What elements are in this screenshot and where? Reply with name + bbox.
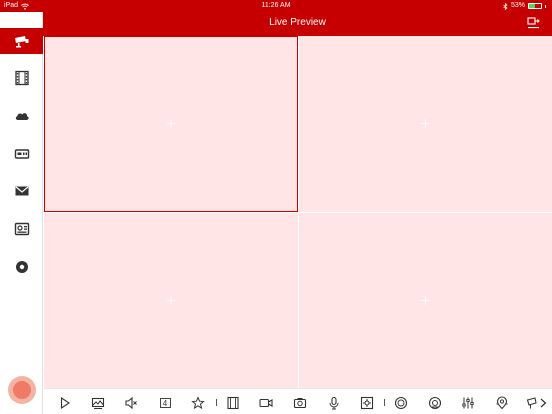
preview-grid: + + + + <box>44 36 552 388</box>
iris-icon <box>428 396 442 410</box>
focus-button[interactable] <box>392 394 410 412</box>
talk-button[interactable] <box>325 394 343 412</box>
favorite-button[interactable] <box>189 394 207 412</box>
preset-button[interactable] <box>493 394 511 412</box>
mail-icon <box>15 186 28 196</box>
exit-fullscreen-button[interactable] <box>526 16 540 30</box>
toolbar-divider <box>216 399 217 406</box>
status-time: 11:26 AM <box>261 2 291 9</box>
film-icon <box>227 396 239 410</box>
record-button[interactable] <box>257 394 275 412</box>
avatar <box>13 381 31 399</box>
film-icon <box>14 70 29 86</box>
record-icon <box>259 398 273 408</box>
app-window: Live Preview iPad 11:26 AM 53% + + + + 4 <box>0 0 552 414</box>
sidebar-item-devices[interactable] <box>0 141 43 167</box>
add-camera-icon[interactable]: + <box>165 117 177 131</box>
image-quality-button[interactable] <box>89 394 107 412</box>
preview-window-4[interactable]: + <box>299 213 552 388</box>
toolbar-next-button[interactable] <box>536 394 550 412</box>
play-icon <box>60 396 70 410</box>
preset-icon <box>496 396 508 410</box>
preview-window-1[interactable]: + <box>44 36 298 212</box>
adjust-button[interactable] <box>459 394 477 412</box>
sidebar <box>0 0 43 414</box>
focus-icon <box>394 396 408 410</box>
dvr-icon <box>14 149 29 159</box>
panel-icon <box>14 222 29 236</box>
battery-percent: 53% <box>510 2 525 9</box>
camera-icon <box>14 36 28 48</box>
sidebar-item-live-preview[interactable] <box>0 28 43 54</box>
adjust-icon <box>462 397 474 409</box>
ptz-icon <box>360 396 374 410</box>
gear-icon <box>15 261 28 273</box>
playback-button[interactable] <box>224 394 242 412</box>
window-count-icon: 4 <box>159 398 171 408</box>
exit-fullscreen-icon <box>526 17 540 29</box>
bluetooth-icon <box>503 2 508 10</box>
image-icon <box>91 397 105 409</box>
status-right: 53% <box>503 0 546 12</box>
capture-icon <box>293 398 307 409</box>
ptz-button[interactable] <box>358 394 376 412</box>
play-button[interactable] <box>56 394 74 412</box>
bottom-toolbar: 4 <box>44 388 552 414</box>
add-camera-icon[interactable]: + <box>420 294 432 308</box>
add-camera-icon[interactable]: + <box>420 117 432 131</box>
user-profile-button[interactable] <box>8 376 36 404</box>
capture-button[interactable] <box>291 394 309 412</box>
sidebar-item-playback[interactable] <box>0 65 43 91</box>
sidebar-item-settings[interactable] <box>0 254 43 280</box>
sidebar-item-messages[interactable] <box>0 178 43 204</box>
next-icon <box>540 398 547 408</box>
mute-button[interactable] <box>122 394 140 412</box>
battery-cap <box>545 4 546 8</box>
add-camera-icon[interactable]: + <box>165 294 177 308</box>
window-count-button[interactable]: 4 <box>156 394 174 412</box>
microphone-icon <box>329 396 339 410</box>
preview-window-3[interactable]: + <box>44 213 298 388</box>
status-bar: iPad 11:26 AM 53% <box>0 0 552 12</box>
battery-icon <box>528 3 542 9</box>
iris-button[interactable] <box>426 394 444 412</box>
sidebar-item-tools[interactable] <box>0 216 43 242</box>
star-icon <box>191 396 205 410</box>
toolbar-divider <box>384 399 385 406</box>
page-title: Live Preview <box>269 17 326 28</box>
cloud-icon <box>15 113 29 120</box>
battery-level <box>529 4 536 8</box>
mute-icon <box>125 396 137 410</box>
preview-window-2[interactable]: + <box>299 36 552 212</box>
sidebar-item-cloud[interactable] <box>0 103 43 129</box>
